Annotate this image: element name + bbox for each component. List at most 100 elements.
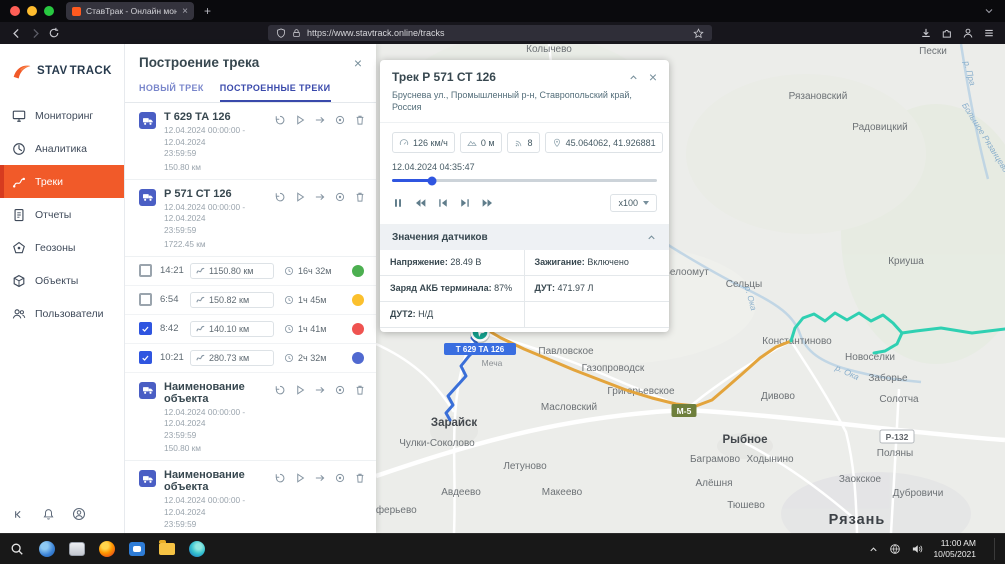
- track-list-item[interactable]: Наименование объекта 12.04.2024 00:00:00…: [125, 373, 376, 462]
- track-undo-button[interactable]: [274, 384, 286, 396]
- sidebar-item-geozones[interactable]: Геозоны: [0, 231, 124, 264]
- collapse-sidebar-icon[interactable]: [12, 508, 25, 521]
- download-icon[interactable]: [920, 27, 932, 39]
- track-delete-button[interactable]: [354, 472, 366, 484]
- track-list-item[interactable]: Р 571 СТ 126 12.04.2024 00:00:00 - 12.04…: [125, 180, 376, 257]
- step-forward-button[interactable]: [459, 197, 471, 209]
- taskbar-chat-icon[interactable]: [128, 541, 145, 558]
- track-segment-row[interactable]: 8:42 140.10 км 1ч 41м: [125, 315, 376, 344]
- taskbar-browser-icon[interactable]: [38, 541, 55, 558]
- clock-icon: [284, 353, 294, 363]
- back-icon[interactable]: [10, 27, 23, 40]
- slider-thumb[interactable]: [427, 176, 436, 185]
- track-delete-button[interactable]: [354, 191, 366, 203]
- track-goto-button[interactable]: [314, 472, 326, 484]
- pause-button[interactable]: [392, 197, 404, 209]
- track-play-button[interactable]: [294, 472, 306, 484]
- extensions-puzzle-icon[interactable]: [941, 27, 953, 39]
- track-goto-button[interactable]: [314, 114, 326, 126]
- forward-icon[interactable]: [29, 27, 42, 40]
- taskbar-firefox-icon[interactable]: [98, 541, 115, 558]
- refresh-icon[interactable]: [48, 27, 60, 39]
- list-tabs-chevron-icon[interactable]: [983, 5, 1005, 17]
- sidebar-item-reports[interactable]: Отчеты: [0, 198, 124, 231]
- map-label: Тюшево: [727, 500, 765, 511]
- card-close-icon[interactable]: ×: [649, 70, 657, 84]
- track-locate-button[interactable]: [334, 114, 346, 126]
- window-close-button[interactable]: [10, 6, 20, 16]
- volume-icon[interactable]: [911, 543, 923, 555]
- step-back-button[interactable]: [437, 197, 449, 209]
- taskbar-search-icon[interactable]: [8, 541, 25, 558]
- taskbar-edge-icon[interactable]: [188, 541, 205, 558]
- track-locate-button[interactable]: [334, 472, 346, 484]
- shield-icon[interactable]: [276, 28, 286, 38]
- tab-built-tracks[interactable]: ПОСТРОЕННЫЕ ТРЕКИ: [220, 77, 331, 102]
- map-area[interactable]: КолычевоПескиРязановскийРадовицкийр. Пра…: [376, 44, 1005, 533]
- track-segment-row[interactable]: 10:21 280.73 км 2ч 32м: [125, 344, 376, 373]
- playback-slider[interactable]: [392, 179, 657, 182]
- track-delete-button[interactable]: [354, 384, 366, 396]
- fast-forward-button[interactable]: [481, 197, 494, 209]
- track-delete-button[interactable]: [354, 114, 366, 126]
- sidebar-item-monitoring[interactable]: Мониторинг: [0, 99, 124, 132]
- route-icon: [12, 175, 26, 189]
- segment-checkbox[interactable]: [139, 264, 152, 277]
- track-goto-button[interactable]: [314, 191, 326, 203]
- notifications-bell-icon[interactable]: [42, 508, 55, 521]
- tracks-panel: Построение трека × НОВЫЙ ТРЕК ПОСТРОЕННЫ…: [125, 44, 376, 533]
- collapse-card-chevron-icon[interactable]: [628, 72, 639, 83]
- window-maximize-button[interactable]: [44, 6, 54, 16]
- track-goto-button[interactable]: [314, 384, 326, 396]
- track-list-item[interactable]: Т 629 ТА 126 12.04.2024 00:00:00 - 12.04…: [125, 103, 376, 180]
- map-label: Павловское: [538, 346, 594, 357]
- taskbar-clock[interactable]: 11:00 AM 10/05/2021: [933, 538, 980, 560]
- segment-distance-chip: 150.82 км: [190, 292, 274, 308]
- network-icon[interactable]: [889, 543, 901, 555]
- map-label: Криуша: [888, 256, 924, 267]
- sidebar-item-tracks[interactable]: Треки: [0, 165, 124, 198]
- taskbar-files-icon[interactable]: [158, 541, 175, 558]
- url-text[interactable]: https://www.stavtrack.online/tracks: [307, 28, 687, 38]
- browser-tab[interactable]: СтавТрак - Онлайн мониторг... ×: [66, 2, 194, 20]
- collapse-sensors-chevron-icon[interactable]: [646, 232, 657, 243]
- track-play-button[interactable]: [294, 114, 306, 126]
- track-list-item[interactable]: Наименование объекта 12.04.2024 00:00:00…: [125, 461, 376, 533]
- track-distance: 150.80 км: [164, 162, 274, 172]
- new-tab-button[interactable]: +: [194, 4, 221, 18]
- segment-checkbox[interactable]: [139, 293, 152, 306]
- track-segment-row[interactable]: 6:54 150.82 км 1ч 45м: [125, 286, 376, 315]
- track-segment-row[interactable]: 14:21 1150.80 км 16ч 32м: [125, 257, 376, 286]
- track-play-button[interactable]: [294, 191, 306, 203]
- profile-icon[interactable]: [72, 507, 86, 521]
- sensors-section-header[interactable]: Значения датчиков: [380, 225, 669, 250]
- panel-close-icon[interactable]: ×: [354, 56, 362, 70]
- window-minimize-button[interactable]: [27, 6, 37, 16]
- show-desktop-button[interactable]: [994, 538, 997, 560]
- playback-speed-select[interactable]: x100: [610, 194, 657, 212]
- bookmark-star-icon[interactable]: [693, 28, 704, 39]
- marker-label-text: Т 629 ТА 126: [456, 345, 505, 354]
- sidebar-item-analytics[interactable]: Аналитика: [0, 132, 124, 165]
- speed-chip: 126 км/ч: [392, 132, 455, 153]
- menu-icon[interactable]: [983, 27, 995, 39]
- tab-close-icon[interactable]: ×: [182, 6, 188, 17]
- url-bar[interactable]: https://www.stavtrack.online/tracks: [268, 25, 712, 41]
- account-icon[interactable]: [962, 27, 974, 39]
- sidebar-item-users[interactable]: Пользователи: [0, 297, 124, 330]
- lock-icon[interactable]: [292, 28, 301, 38]
- segment-checkbox[interactable]: [139, 351, 152, 364]
- track-undo-button[interactable]: [274, 191, 286, 203]
- track-undo-button[interactable]: [274, 114, 286, 126]
- tray-chevron-up-icon[interactable]: [868, 544, 879, 555]
- altitude-icon: [467, 138, 477, 148]
- track-play-button[interactable]: [294, 384, 306, 396]
- track-locate-button[interactable]: [334, 191, 346, 203]
- track-undo-button[interactable]: [274, 472, 286, 484]
- taskbar-window-icon[interactable]: [68, 541, 85, 558]
- rewind-button[interactable]: [414, 197, 427, 209]
- segment-checkbox[interactable]: [139, 322, 152, 335]
- track-locate-button[interactable]: [334, 384, 346, 396]
- tab-new-track[interactable]: НОВЫЙ ТРЕК: [139, 77, 204, 102]
- sidebar-item-objects[interactable]: Объекты: [0, 264, 124, 297]
